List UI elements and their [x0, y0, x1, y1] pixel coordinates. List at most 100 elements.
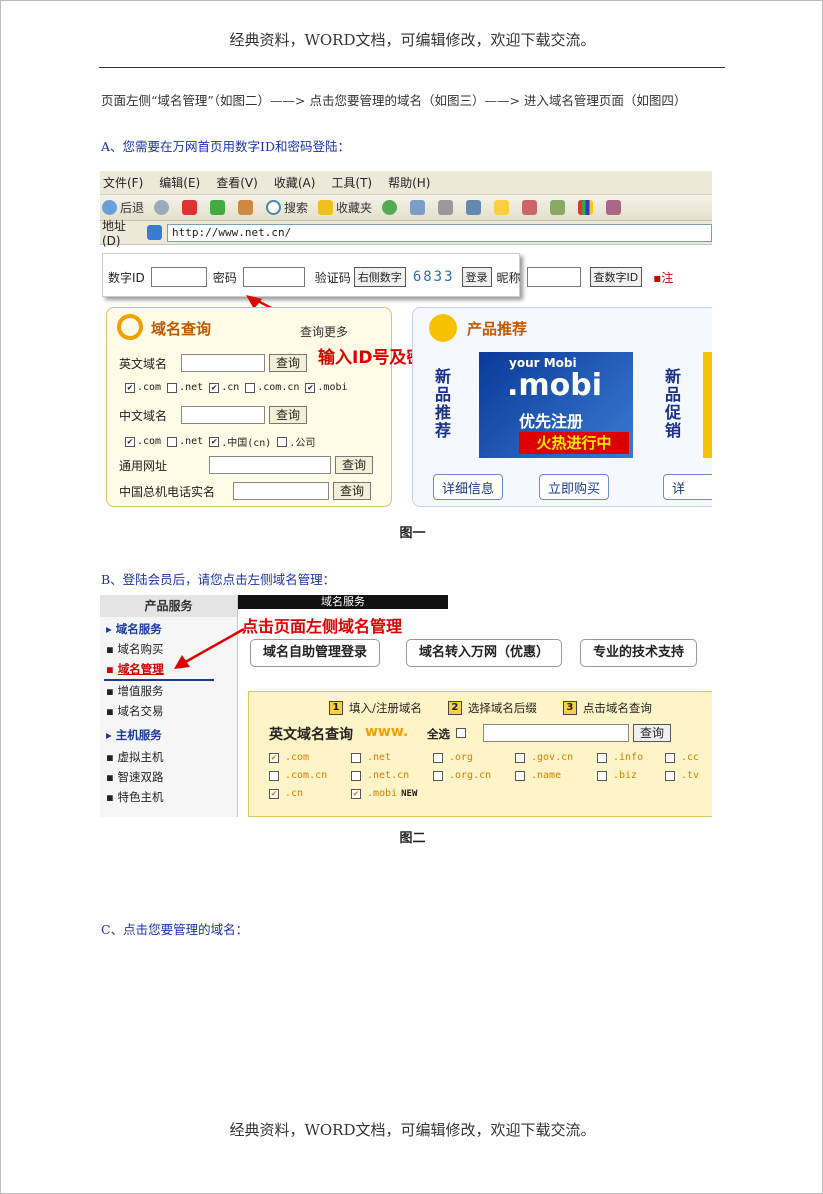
ext-checkbox[interactable]: ✔ [269, 752, 279, 763]
ext-comcn[interactable]: .com.cn [269, 770, 327, 781]
ext-checkbox[interactable] [665, 770, 675, 781]
ext-label: .cc [681, 752, 700, 763]
ext-netcn[interactable]: .net.cn [351, 770, 409, 781]
phone-query-button[interactable]: 查询 [333, 482, 372, 500]
sidebar-item-host-service[interactable]: ▸ 主机服务 [106, 727, 162, 743]
ext-checkbox-net[interactable] [167, 382, 178, 393]
detail-button-2[interactable]: 详 [663, 474, 712, 500]
mail-button[interactable] [410, 200, 428, 215]
ext-checkbox-mobi[interactable]: ✔ [305, 382, 316, 393]
step-2: 2 选择域名后缀 [447, 700, 537, 716]
password-input[interactable] [242, 267, 305, 287]
ext-checkbox[interactable] [269, 770, 279, 781]
notes-button[interactable] [494, 200, 512, 215]
ext-govcn[interactable]: .gov.cn [515, 752, 573, 763]
cn-ext-checkbox-net[interactable] [167, 436, 178, 447]
sidebar-item-special-host[interactable]: ▪ 特色主机 [106, 789, 163, 805]
address-input[interactable]: http://www.net.cn/ [167, 223, 712, 242]
ext-checkbox[interactable] [515, 770, 525, 781]
en-query-input[interactable] [483, 724, 629, 742]
ext-biz[interactable]: .biz [597, 770, 637, 781]
detail-button[interactable]: 详细信息 [433, 474, 504, 500]
menu-favorites[interactable]: 收藏(A) [274, 174, 316, 191]
tools-button[interactable] [550, 200, 568, 215]
en-query-button[interactable]: 查询 [633, 724, 672, 742]
print-button[interactable] [438, 200, 456, 215]
phone-input[interactable] [233, 482, 329, 500]
ext-orgcn[interactable]: .org.cn [433, 770, 491, 781]
windows-button[interactable] [578, 200, 596, 215]
cn-ext-checkbox-gongsi[interactable] [277, 436, 288, 447]
select-all[interactable]: 全选 [427, 726, 468, 742]
favorites-button[interactable]: 收藏夹 [318, 199, 372, 216]
ext-checkbox-comcn[interactable] [245, 382, 256, 393]
cn-ext-checkbox-com[interactable]: ✔ [125, 436, 135, 447]
cn-domain-input[interactable] [181, 406, 265, 424]
menu-file[interactable]: 文件(F) [103, 174, 143, 191]
stop-button[interactable] [182, 200, 200, 215]
ext-checkbox[interactable] [665, 752, 675, 763]
sidebar-item-domain-trade[interactable]: ▪ 域名交易 [106, 703, 163, 719]
sidebar-item-virtual-host[interactable]: ▪ 虚拟主机 [106, 749, 163, 765]
ext-checkbox[interactable] [433, 770, 443, 781]
id-input[interactable] [150, 267, 207, 287]
menu-tools[interactable]: 工具(T) [331, 174, 372, 191]
ext-info[interactable]: .info [597, 752, 643, 763]
back-button[interactable]: 后退 [102, 199, 144, 216]
home-button[interactable] [238, 200, 256, 215]
ext-checkbox[interactable]: ✔ [269, 788, 279, 799]
sidebar-item-domain-manage[interactable]: ▪ 域名管理 [106, 661, 164, 677]
en-domain-input[interactable] [181, 354, 265, 372]
buy-button[interactable]: 立即购买 [539, 474, 610, 500]
nickname-input[interactable] [526, 267, 581, 287]
general-input[interactable] [209, 456, 331, 474]
cn-query-button[interactable]: 查询 [269, 406, 308, 424]
ext-checkbox[interactable] [351, 770, 361, 781]
back-arrow-icon [102, 200, 117, 215]
ext-checkbox-cn[interactable]: ✔ [209, 382, 220, 393]
sidebar-item-value-added[interactable]: ▪ 增值服务 [106, 683, 163, 699]
search-button[interactable]: 搜索 [266, 199, 308, 216]
sidebar-item-label: 域名服务 [115, 622, 162, 636]
login-button[interactable]: 登录 [461, 267, 492, 287]
en-query-button[interactable]: 查询 [269, 354, 308, 372]
tab-tech-support[interactable]: 专业的技术支持 [580, 639, 698, 667]
refresh-button[interactable] [210, 200, 228, 215]
ext-cn[interactable]: ✔ .cn [269, 788, 303, 799]
ext-cc[interactable]: .cc [665, 752, 699, 763]
query-more-link[interactable]: 查询更多 [300, 323, 348, 340]
code-input[interactable]: 右侧数字 [353, 267, 406, 287]
cn-ext-checkbox-zhongguo[interactable]: ✔ [209, 436, 220, 447]
sidebar-item-domain-buy[interactable]: ▪ 域名购买 [106, 641, 163, 657]
forward-button[interactable] [154, 200, 172, 215]
ext-mobi[interactable]: ✔ .mobi NEW [351, 788, 417, 799]
menu-help[interactable]: 帮助(H) [388, 174, 430, 191]
ext-checkbox[interactable] [433, 752, 443, 763]
ext-org[interactable]: .org [433, 752, 473, 763]
research-button[interactable] [606, 200, 624, 215]
ext-name[interactable]: .name [515, 770, 561, 781]
history-button[interactable] [382, 200, 400, 215]
edit-button[interactable] [466, 200, 484, 215]
general-query-button[interactable]: 查询 [335, 456, 374, 474]
menu-view[interactable]: 查看(V) [216, 174, 258, 191]
favorites-label: 收藏夹 [336, 201, 373, 215]
ext-com[interactable]: ✔ .com [269, 752, 309, 763]
tab-self-manage-login[interactable]: 域名自助管理登录 [250, 639, 381, 667]
ext-checkbox[interactable] [597, 770, 607, 781]
mobi-banner[interactable]: your Mobi .mobi 优先注册 火热进行中 [479, 352, 633, 458]
ext-checkbox[interactable] [597, 752, 607, 763]
tab-transfer-in[interactable]: 域名转入万网（优惠） [406, 639, 563, 667]
ext-checkbox[interactable] [515, 752, 525, 763]
sidebar-item-domain-service[interactable]: ▸ 域名服务 [106, 621, 162, 637]
ext-checkbox[interactable]: ✔ [351, 788, 361, 799]
messenger-button[interactable] [522, 200, 540, 215]
sidebar-item-dual-line[interactable]: ▪ 智速双路 [106, 769, 163, 785]
select-all-checkbox[interactable] [456, 728, 466, 738]
ext-net[interactable]: .net [351, 752, 391, 763]
check-id-button[interactable]: 查数字ID [589, 267, 643, 287]
ext-tv[interactable]: .tv [665, 770, 699, 781]
ext-checkbox[interactable] [351, 752, 361, 763]
ext-checkbox-com[interactable]: ✔ [125, 382, 135, 393]
menu-edit[interactable]: 编辑(E) [159, 174, 200, 191]
